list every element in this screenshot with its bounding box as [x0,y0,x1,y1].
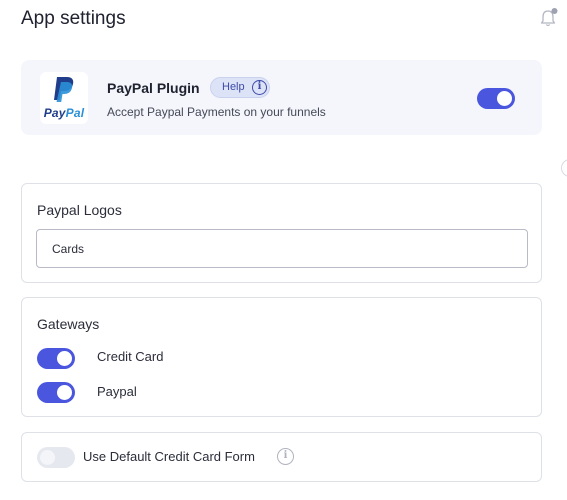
info-icon[interactable]: i [277,448,294,465]
logo-text-pay: Pay [43,106,66,120]
logo-text-pal: Pal [65,106,85,120]
help-label: Help [222,81,245,93]
toggle-knob [57,385,72,400]
default-credit-card-form-toggle[interactable] [37,447,75,468]
bell-icon[interactable] [538,7,560,29]
paypal-logo: PayPal [40,72,88,124]
plugin-enable-toggle[interactable] [477,88,515,109]
toggle-knob [40,450,55,465]
paypal-logos-title: Paypal Logos [37,202,122,218]
help-button[interactable]: Help i [210,77,270,98]
page-title: App settings [21,8,126,29]
paypal-gateway-label: Paypal [97,384,137,399]
plugin-description: Accept Paypal Payments on your funnels [107,105,326,119]
credit-card-label: Credit Card [97,349,164,364]
plugin-name: PayPal Plugin [107,80,200,96]
credit-card-toggle[interactable] [37,348,75,369]
paypal-logos-input[interactable] [36,229,528,268]
collapse-handle[interactable] [561,159,567,177]
toggle-knob [57,351,72,366]
default-credit-card-form-label: Use Default Credit Card Form [83,449,255,464]
paypal-logos-card: Paypal Logos [21,183,542,283]
info-icon: i [252,80,267,95]
toggle-knob [497,91,512,106]
plugin-card: PayPal PayPal Plugin Help i Accept Paypa… [21,60,542,135]
gateways-title: Gateways [37,316,100,332]
gateways-card: Gateways Credit Card Paypal [21,297,542,417]
default-form-card: Use Default Credit Card Form i [21,432,542,482]
paypal-gateway-toggle[interactable] [37,382,75,403]
